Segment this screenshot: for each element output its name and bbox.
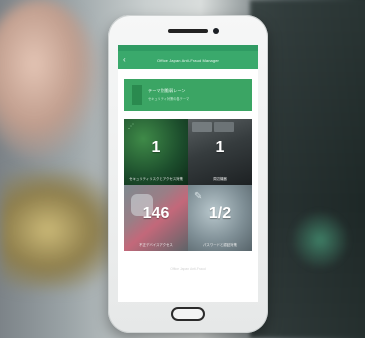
background-green-light <box>290 210 350 270</box>
footer-text: Office Japan Anti-Fraud <box>170 267 206 271</box>
tile-caption: セキュリティリスクとアクセス対策 <box>129 177 183 181</box>
home-button[interactable] <box>171 307 205 321</box>
background-photo: ‹ Office Japan Anti-Fraud Manager テーマ別脆弱… <box>0 0 365 338</box>
phone-device: ‹ Office Japan Anti-Fraud Manager テーマ別脆弱… <box>108 15 268 333</box>
network-icon: ⋰ <box>128 124 134 130</box>
pencil-icon: ✎ <box>194 191 203 202</box>
front-camera <box>213 28 219 34</box>
category-tile[interactable]: 1 周辺機器 <box>188 119 252 185</box>
category-tile[interactable]: 146 不正デバイスアクセス <box>124 185 188 251</box>
category-tile[interactable]: ✎ 1/2 パスワードと認証対策 <box>188 185 252 251</box>
tile-count: 1/2 <box>208 205 232 222</box>
page-title: Office Japan Anti-Fraud Manager <box>157 57 219 63</box>
tile-caption: 周辺機器 <box>213 177 227 181</box>
category-grid: ⋰ 1 セキュリティリスクとアクセス対策 1 周辺機器 146 不正デバイスアク… <box>124 119 252 251</box>
tile-caption: 不正デバイスアクセス <box>139 243 173 247</box>
tile-caption: パスワードと認証対策 <box>203 243 237 247</box>
tile-count: 1 <box>215 139 225 156</box>
background-person-blur <box>0 0 100 160</box>
tile-count: 146 <box>142 205 170 222</box>
banner-title: テーマ別脆弱レーン <box>148 88 186 93</box>
phone-speaker <box>168 29 208 33</box>
banner-badge <box>132 85 142 105</box>
keyboard-icon <box>192 122 212 132</box>
background-hand-blur <box>0 170 120 290</box>
back-arrow-icon[interactable]: ‹ <box>123 55 131 65</box>
app-bar: ‹ Office Japan Anti-Fraud Manager <box>118 51 258 69</box>
phone-screen: ‹ Office Japan Anti-Fraud Manager テーマ別脆弱… <box>118 45 258 302</box>
category-tile[interactable]: ⋰ 1 セキュリティリスクとアクセス対策 <box>124 119 188 185</box>
theme-banner[interactable]: テーマ別脆弱レーン セキュリティ対策の各テーマ <box>124 79 252 111</box>
tile-count: 1 <box>151 139 161 156</box>
banner-subtitle: セキュリティ対策の各テーマ <box>148 97 190 101</box>
